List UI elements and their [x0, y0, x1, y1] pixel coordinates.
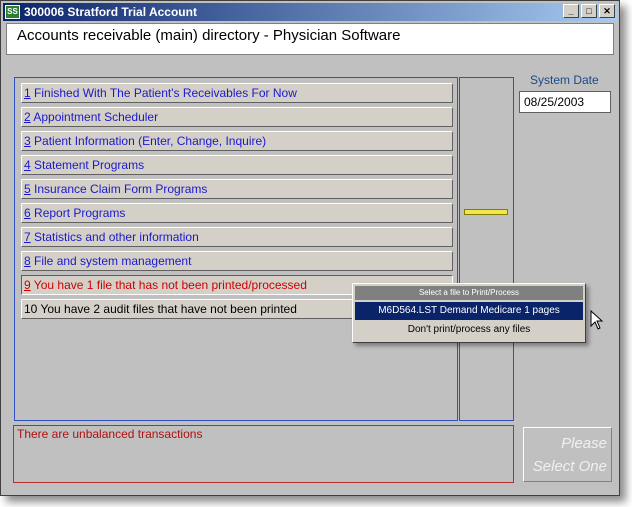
menu-item-report-programs[interactable]: 6 Report Programs: [21, 203, 453, 223]
please-select-button[interactable]: Please Select One: [523, 427, 612, 482]
status-message: There are unbalanced transactions: [13, 425, 514, 483]
menu-item-label: Statement Programs: [30, 158, 145, 172]
system-date-field[interactable]: 08/25/2003: [519, 91, 611, 113]
menu-item-number: 4: [24, 158, 31, 172]
menu-item-label: Finished With The Patient's Receivables …: [30, 86, 297, 100]
menu-item-number: 3: [24, 134, 31, 148]
menu-item-statistics[interactable]: 7 Statistics and other information: [21, 227, 453, 247]
menu-item-label: Report Programs: [30, 206, 126, 220]
select-button-line1: Please: [561, 435, 607, 452]
mouse-cursor-icon: [590, 310, 604, 330]
menu-item-number: 9: [24, 278, 31, 292]
file-select-popup: Select a file to Print/Process M6D564.LS…: [352, 283, 586, 343]
menu-item-file-management[interactable]: 8 File and system management: [21, 251, 453, 271]
menu-panel: 1 Finished With The Patient's Receivable…: [14, 77, 458, 421]
menu-item-number: 7: [24, 230, 31, 244]
popup-title: Select a file to Print/Process: [355, 286, 583, 300]
close-button[interactable]: ✕: [599, 4, 615, 18]
menu-item-number: 8: [24, 254, 31, 268]
app-icon[interactable]: SS: [5, 5, 20, 19]
page-title: Accounts receivable (main) directory - P…: [17, 27, 401, 44]
menu-item-label: File and system management: [30, 254, 192, 268]
menu-item-number: 6: [24, 206, 31, 220]
side-panel: [459, 77, 514, 421]
popup-option-dont-print[interactable]: Don't print/process any files: [355, 321, 583, 339]
menu-item-finished[interactable]: 1 Finished With The Patient's Receivable…: [21, 83, 453, 103]
title-bar[interactable]: SS 300006 Stratford Trial Account _ □ ✕: [3, 3, 617, 21]
app-window: SS 300006 Stratford Trial Account _ □ ✕ …: [0, 0, 620, 496]
menu-item-number: 2: [24, 110, 31, 124]
menu-item-number: 1: [24, 86, 31, 100]
menu-item-number: 10: [24, 302, 38, 316]
menu-item-insurance-claim-forms[interactable]: 5 Insurance Claim Form Programs: [21, 179, 453, 199]
system-date-label: System Date: [530, 73, 599, 87]
menu-item-patient-information[interactable]: 3 Patient Information (Enter, Change, In…: [21, 131, 453, 151]
menu-item-label: You have 2 audit files that have not bee…: [37, 302, 297, 316]
menu-item-label: Insurance Claim Form Programs: [30, 182, 208, 196]
select-button-line2: Select One: [532, 458, 607, 475]
maximize-button[interactable]: □: [581, 4, 597, 18]
window-title: 300006 Stratford Trial Account: [24, 5, 197, 19]
menu-item-statement-programs[interactable]: 4 Statement Programs: [21, 155, 453, 175]
menu-item-appointment-scheduler[interactable]: 2 Appointment Scheduler: [21, 107, 453, 127]
popup-option-medicare-file[interactable]: M6D564.LST Demand Medicare 1 pages: [355, 302, 583, 320]
menu-item-label: Appointment Scheduler: [30, 110, 159, 124]
menu-item-label: You have 1 file that has not been printe…: [30, 278, 307, 292]
status-indicator: [464, 209, 508, 215]
menu-item-number: 5: [24, 182, 31, 196]
menu-item-label: Patient Information (Enter, Change, Inqu…: [30, 134, 267, 148]
menu-item-label: Statistics and other information: [30, 230, 199, 244]
page-header: Accounts receivable (main) directory - P…: [6, 23, 614, 55]
minimize-button[interactable]: _: [563, 4, 579, 18]
